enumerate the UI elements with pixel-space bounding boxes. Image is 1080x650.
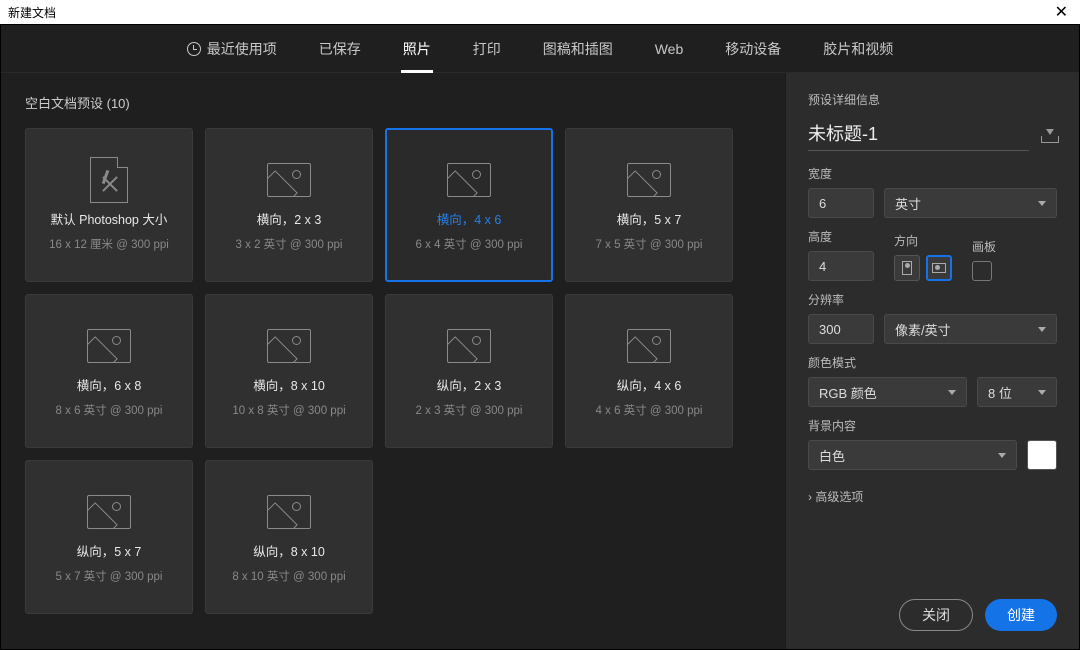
preset-subtitle: 2 x 3 英寸 @ 300 ppi <box>416 402 523 418</box>
preset-subtitle: 4 x 6 英寸 @ 300 ppi <box>596 402 703 418</box>
preset-subtitle: 8 x 6 英寸 @ 300 ppi <box>56 402 163 418</box>
preset-subtitle: 6 x 4 英寸 @ 300 ppi <box>416 236 523 252</box>
close-button[interactable]: 关闭 <box>899 599 973 631</box>
new-document-dialog: 最近使用项 已保存 照片 打印 图稿和插图 Web 移动设备 胶片和视频 空白文… <box>0 24 1080 650</box>
preset-card[interactable]: 横向，2 x 3 3 x 2 英寸 @ 300 ppi <box>205 128 373 282</box>
preset-subtitle: 7 x 5 英寸 @ 300 ppi <box>596 236 703 252</box>
tab-mobile[interactable]: 移动设备 <box>723 25 783 73</box>
artboard-checkbox[interactable] <box>972 261 992 281</box>
image-icon <box>263 159 315 201</box>
preset-title: 横向，2 x 3 <box>257 209 322 228</box>
tab-recent[interactable]: 最近使用项 <box>185 25 279 73</box>
tab-photo[interactable]: 照片 <box>401 25 433 73</box>
details-heading: 预设详细信息 <box>808 91 1057 108</box>
tab-recent-label: 最近使用项 <box>207 39 277 59</box>
create-button[interactable]: 创建 <box>985 599 1057 631</box>
background-swatch[interactable] <box>1027 440 1057 470</box>
preset-card[interactable]: 横向，4 x 6 6 x 4 英寸 @ 300 ppi <box>385 128 553 282</box>
preset-card[interactable]: 纵向，5 x 7 5 x 7 英寸 @ 300 ppi <box>25 460 193 614</box>
window-title: 新建文档 <box>8 4 56 21</box>
preset-card[interactable]: 纵向，4 x 6 4 x 6 英寸 @ 300 ppi <box>565 294 733 448</box>
image-icon <box>263 491 315 533</box>
tab-web[interactable]: Web <box>653 27 686 71</box>
preset-grid: 默认 Photoshop 大小 16 x 12 厘米 @ 300 ppi 横向，2 … <box>25 128 761 614</box>
preset-title: 横向，5 x 7 <box>617 209 682 228</box>
background-label: 背景内容 <box>808 417 1057 434</box>
clock-icon <box>187 42 201 56</box>
section-title: 空白文档预设 (10) <box>25 93 761 112</box>
width-label: 宽度 <box>808 165 1057 182</box>
photoshop-default-icon <box>83 159 135 201</box>
save-preset-icon[interactable] <box>1041 129 1057 143</box>
image-icon <box>623 159 675 201</box>
orientation-portrait[interactable] <box>894 255 920 281</box>
preset-title: 横向，4 x 6 <box>437 209 502 228</box>
advanced-options-toggle[interactable]: 高级选项 <box>808 488 1057 505</box>
tab-film[interactable]: 胶片和视频 <box>821 25 895 73</box>
tab-art[interactable]: 图稿和插图 <box>541 25 615 73</box>
image-icon <box>623 325 675 367</box>
orientation-label: 方向 <box>894 232 952 249</box>
resolution-label: 分辨率 <box>808 291 1057 308</box>
preset-card[interactable]: 横向，5 x 7 7 x 5 英寸 @ 300 ppi <box>565 128 733 282</box>
preset-title: 纵向，5 x 7 <box>77 541 142 560</box>
preset-title: 横向，8 x 10 <box>253 375 325 394</box>
preset-subtitle: 3 x 2 英寸 @ 300 ppi <box>236 236 343 252</box>
resolution-input[interactable] <box>808 314 874 344</box>
height-label: 高度 <box>808 228 874 245</box>
tab-saved[interactable]: 已保存 <box>317 25 363 73</box>
image-icon <box>263 325 315 367</box>
preset-title: 纵向，2 x 3 <box>437 375 502 394</box>
details-panel: 预设详细信息 未标题-1 宽度 英寸 高度 方向 <box>785 73 1079 649</box>
orientation-landscape[interactable] <box>926 255 952 281</box>
preset-subtitle: 10 x 8 英寸 @ 300 ppi <box>232 402 345 418</box>
background-select[interactable]: 白色 <box>808 440 1017 470</box>
width-unit-select[interactable]: 英寸 <box>884 188 1057 218</box>
document-name-input[interactable]: 未标题-1 <box>808 120 1029 151</box>
preset-card[interactable]: 横向，8 x 10 10 x 8 英寸 @ 300 ppi <box>205 294 373 448</box>
preset-card[interactable]: 横向，6 x 8 8 x 6 英寸 @ 300 ppi <box>25 294 193 448</box>
width-input[interactable] <box>808 188 874 218</box>
titlebar: 新建文档 ✕ <box>0 0 1080 24</box>
close-icon[interactable]: ✕ <box>1051 2 1072 22</box>
landscape-icon <box>932 263 946 273</box>
category-tabs: 最近使用项 已保存 照片 打印 图稿和插图 Web 移动设备 胶片和视频 <box>1 25 1079 73</box>
preset-title: 横向，6 x 8 <box>77 375 142 394</box>
color-mode-select[interactable]: RGB 颜色 <box>808 377 967 407</box>
preset-card[interactable]: 纵向，2 x 3 2 x 3 英寸 @ 300 ppi <box>385 294 553 448</box>
artboard-label: 画板 <box>972 238 996 255</box>
color-mode-label: 颜色模式 <box>808 354 1057 371</box>
preset-card[interactable]: 默认 Photoshop 大小 16 x 12 厘米 @ 300 ppi <box>25 128 193 282</box>
resolution-unit-select[interactable]: 像素/英寸 <box>884 314 1057 344</box>
height-input[interactable] <box>808 251 874 281</box>
preset-title: 纵向，8 x 10 <box>253 541 325 560</box>
color-depth-select[interactable]: 8 位 <box>977 377 1057 407</box>
preset-title: 纵向，4 x 6 <box>617 375 682 394</box>
preset-subtitle: 8 x 10 英寸 @ 300 ppi <box>232 568 345 584</box>
image-icon <box>83 491 135 533</box>
image-icon <box>443 325 495 367</box>
preset-panel: 空白文档预设 (10) 默认 Photoshop 大小 16 x 12 厘米 @ … <box>1 73 785 649</box>
preset-card[interactable]: 纵向，8 x 10 8 x 10 英寸 @ 300 ppi <box>205 460 373 614</box>
portrait-icon <box>902 261 912 275</box>
preset-title: 默认 Photoshop 大小 <box>51 209 168 228</box>
image-icon <box>83 325 135 367</box>
preset-subtitle: 16 x 12 厘米 @ 300 ppi <box>49 236 169 252</box>
preset-subtitle: 5 x 7 英寸 @ 300 ppi <box>56 568 163 584</box>
tab-print[interactable]: 打印 <box>471 25 503 73</box>
image-icon <box>443 159 495 201</box>
